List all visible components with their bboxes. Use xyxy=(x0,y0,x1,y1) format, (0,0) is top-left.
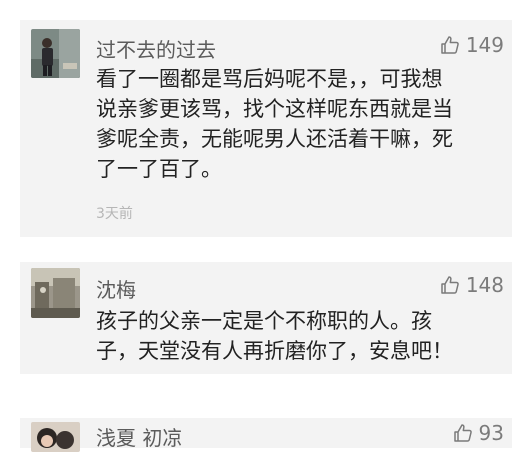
avatar[interactable] xyxy=(31,422,80,452)
like-button[interactable]: 149 xyxy=(440,33,504,57)
like-count: 148 xyxy=(465,273,504,297)
comment-line: 说亲爹更该骂，找个这样呢东西就是当 xyxy=(96,97,453,121)
like-button[interactable]: 148 xyxy=(440,273,504,297)
comment-line: 爹呢全责，无能呢男人还活着干嘛，死 xyxy=(96,127,453,151)
comment-text: 看了一圈都是骂后妈呢不是，，可我想 说亲爹更该骂，找个这样呢东西就是当 爹呢全责… xyxy=(96,64,496,184)
comment-line: 子，天堂没有人再折磨你了，安息吧！ xyxy=(96,339,453,363)
comment-line: 孩子的父亲一定是个不称职的人。孩 xyxy=(96,309,432,333)
comment-card: 浅夏 初凉 93 xyxy=(20,418,512,452)
comment-text: 孩子的父亲一定是个不称职的人。孩 子，天堂没有人再折磨你了，安息吧！ xyxy=(96,306,496,366)
avatar-photo xyxy=(31,268,80,318)
thumbs-up-icon xyxy=(441,36,459,54)
avatar[interactable] xyxy=(31,29,80,78)
comment-card: 沈梅 148 孩子的父亲一定是个不称职的人。孩 子，天堂没有人再折磨你了，安息吧… xyxy=(20,262,512,374)
avatar-photo xyxy=(31,422,80,452)
like-count: 149 xyxy=(465,33,504,57)
username[interactable]: 沈梅 xyxy=(96,274,136,303)
avatar[interactable] xyxy=(31,268,80,318)
username[interactable]: 过不去的过去 xyxy=(96,34,216,63)
like-button[interactable]: 93 xyxy=(453,421,504,445)
comment-card: 过不去的过去 149 看了一圈都是骂后妈呢不是，，可我想 说亲爹更该骂，找个这样… xyxy=(20,20,512,237)
thumbs-up-icon xyxy=(453,424,472,442)
username[interactable]: 浅夏 初凉 xyxy=(96,422,182,451)
avatar-photo xyxy=(31,29,80,78)
comment-line: 看了一圈都是骂后妈呢不是，，可我想 xyxy=(96,67,443,91)
comment-line: 了一了百了。 xyxy=(96,157,222,181)
comment-timestamp: 3天前 xyxy=(96,206,133,222)
like-count: 93 xyxy=(478,421,504,445)
thumbs-up-icon xyxy=(441,276,459,294)
